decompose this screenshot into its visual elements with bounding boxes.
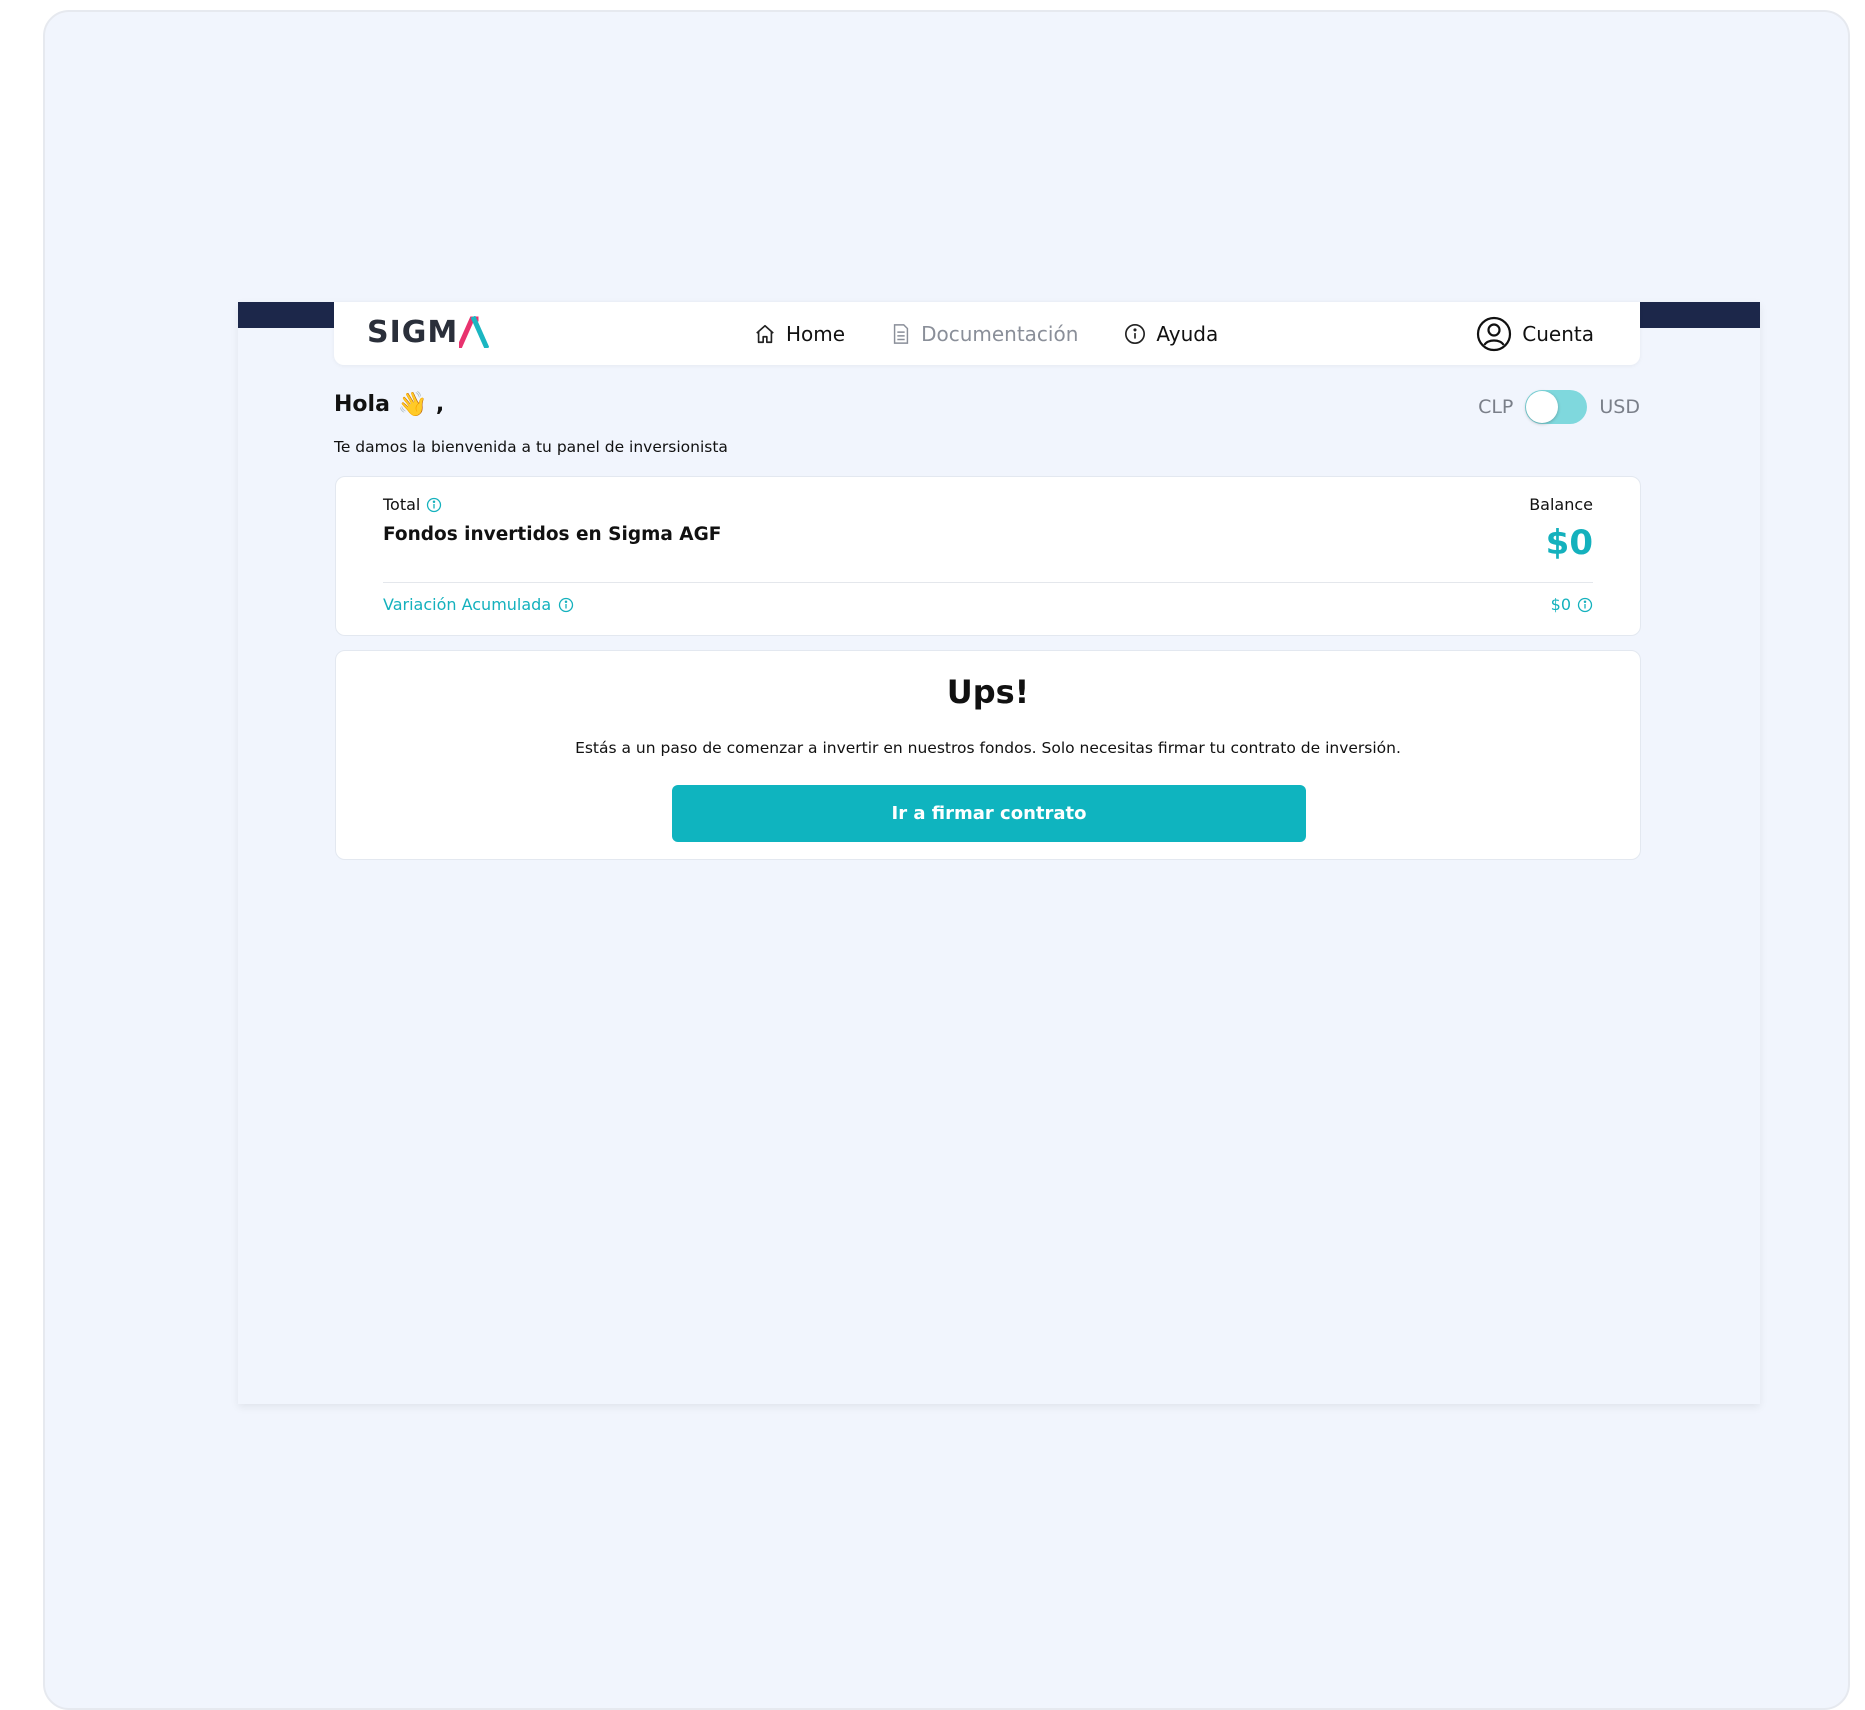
total-label: Total [383,495,442,514]
nav-documentation[interactable]: Documentación [891,322,1078,346]
greeting-text: Hola [334,391,390,417]
sigma-logo[interactable]: SIGM [367,312,490,352]
currency-clp-label: CLP [1478,396,1514,418]
info-icon[interactable] [1577,597,1593,613]
variation-label-text: Variación Acumulada [383,595,552,614]
logo-mark-icon [459,316,490,348]
home-icon [756,324,774,343]
document-icon [893,323,909,344]
welcome-subtitle: Te damos la bienvenida a tu panel de inv… [334,438,728,456]
nav-home-label: Home [786,321,846,346]
greeting-title: Hola 👋 , [334,390,444,418]
logo-text: SIGM [367,314,459,350]
nav-help-label: Ayuda [1156,321,1219,346]
currency-toggle: CLP USD [1478,390,1640,424]
investment-summary-card: Total Fondos invertidos en Sigma AGF Bal… [335,476,1641,636]
sign-contract-button[interactable]: Ir a firmar contrato [672,785,1306,842]
total-label-text: Total [383,495,421,514]
account-label: Cuenta [1522,321,1594,346]
account-menu[interactable]: Cuenta [1476,302,1594,365]
empty-state-message: Estás a un paso de comenzar a invertir e… [575,739,1401,757]
empty-state-title: Ups! [946,673,1030,711]
nav-documentation-label: Documentación [921,321,1079,346]
fund-name: Fondos invertidos en Sigma AGF [383,524,722,545]
balance-value: $0 [1545,523,1593,563]
variation-value: $0 [1551,595,1593,614]
currency-usd-label: USD [1599,396,1640,418]
info-icon[interactable] [426,497,442,513]
main-nav: Home Documentación Ayuda [754,302,1218,365]
nav-home[interactable]: Home [754,322,845,346]
screenshot-frame: SIGM Home Documentación Ayuda Cuenta Hol… [43,10,1850,1710]
greeting-suffix: , [435,391,445,417]
app-window: SIGM Home Documentación Ayuda Cuenta Hol… [238,302,1760,1404]
divider [383,582,1593,583]
info-icon [1125,323,1146,344]
currency-switch-knob [1526,391,1559,423]
currency-switch[interactable] [1525,390,1588,424]
variation-value-text: $0 [1550,595,1571,614]
balance-label: Balance [1529,495,1593,514]
waving-hand-icon: 👋 [397,390,428,418]
nav-help[interactable]: Ayuda [1124,322,1218,346]
accumulated-variation-link[interactable]: Variación Acumulada [383,595,574,614]
empty-state-card: Ups! Estás a un paso de comenzar a inver… [335,650,1641,860]
info-icon[interactable] [558,597,574,613]
navbar: SIGM Home Documentación Ayuda Cuenta [334,302,1640,365]
user-icon [1477,316,1512,351]
